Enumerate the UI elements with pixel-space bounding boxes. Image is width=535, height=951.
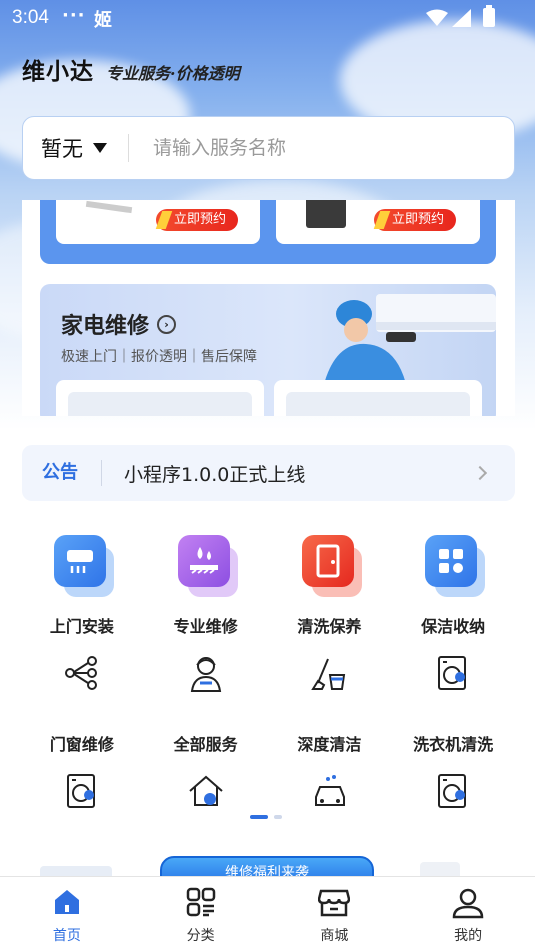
search-input[interactable]: [153, 137, 483, 159]
service-panel: 立即预约 立即预约 家电维修 › 极速上门｜报价透明｜售后保障: [22, 200, 515, 416]
worker-illustration: [324, 294, 496, 384]
house-repair-icon: [189, 775, 223, 806]
air-conditioner-icon: [54, 535, 106, 587]
page-indicator: [250, 815, 282, 819]
book-now-button[interactable]: 立即预约: [374, 209, 457, 231]
tab-category[interactable]: 分类: [134, 877, 268, 951]
washing-machine-icon: [438, 656, 467, 690]
signal-icon: [452, 9, 471, 27]
worker-icon: [190, 657, 221, 692]
brand-name: 维小达: [22, 59, 94, 85]
washing-machine-icon: [438, 774, 467, 808]
car-wash-icon: [314, 775, 345, 806]
service-window-repair[interactable]: 门窗维修: [20, 643, 144, 761]
chevron-circle-icon: ›: [157, 314, 177, 334]
service-item[interactable]: [268, 761, 392, 851]
repair-title-text: 家电维修: [61, 314, 150, 339]
service-deep-clean[interactable]: 深度清洁: [268, 643, 392, 761]
city-selector[interactable]: 暂无: [23, 134, 129, 162]
service-label: 深度清洁: [297, 735, 362, 754]
tab-label: 商城: [320, 928, 349, 944]
repair-section[interactable]: 家电维修 › 极速上门｜报价透明｜售后保障: [40, 284, 496, 416]
search-bar: 暂无: [22, 116, 515, 180]
service-label: 专业维修: [173, 617, 238, 636]
chevron-right-icon: [472, 465, 488, 481]
repair-subtitle: 极速上门｜报价透明｜售后保障: [61, 349, 257, 365]
share-nodes-icon: [65, 656, 97, 690]
caret-down-icon: [93, 143, 107, 153]
tab-home[interactable]: 首页: [0, 877, 134, 951]
washing-machine-icon: [67, 774, 95, 808]
repair-card[interactable]: [274, 380, 482, 416]
service-cleaning[interactable]: 清洗保养: [268, 525, 392, 643]
status-app-glyph: 姬: [94, 10, 112, 31]
broom-bucket-icon: [310, 658, 345, 690]
service-item[interactable]: [20, 761, 144, 851]
install-section: 立即预约 立即预约: [40, 200, 496, 264]
air-conditioner-image: [85, 200, 133, 214]
home-icon: [54, 890, 79, 914]
service-item[interactable]: [144, 761, 268, 851]
tab-label: 分类: [186, 928, 215, 944]
repair-title: 家电维修 ›: [61, 308, 177, 340]
grid-apps-icon: [425, 535, 478, 587]
service-housekeeping[interactable]: 保洁收纳: [391, 525, 515, 643]
shop-icon: [318, 889, 351, 917]
status-time: 3:04: [12, 7, 49, 28]
tab-shop[interactable]: 商城: [268, 877, 402, 951]
door-icon: [301, 535, 354, 587]
service-all[interactable]: 全部服务: [144, 643, 268, 761]
status-bar: 3:04 ··· 姬: [0, 0, 535, 36]
notice-bar[interactable]: 公告 小程序1.0.0正式上线: [22, 445, 515, 501]
banner-peek: [40, 866, 112, 876]
tab-label: 我的: [454, 928, 483, 944]
battery-icon: [483, 5, 495, 27]
service-washer-clean[interactable]: 洗衣机清洗: [391, 643, 515, 761]
tab-profile[interactable]: 我的: [401, 877, 535, 951]
service-repair[interactable]: 专业维修: [144, 525, 268, 643]
banner-peek: [420, 862, 460, 876]
tab-bar: 首页 分类 商城 我的: [0, 876, 535, 951]
category-icon: [186, 887, 215, 917]
product-card[interactable]: 立即预约: [56, 200, 260, 244]
book-now-button[interactable]: 立即预约: [156, 209, 239, 231]
city-label: 暂无: [41, 137, 83, 161]
appliance-image: [306, 200, 346, 228]
notice-text: 小程序1.0.0正式上线: [124, 463, 306, 486]
user-icon: [452, 888, 484, 919]
service-label: 保洁收纳: [421, 617, 486, 636]
status-dots: ···: [62, 5, 86, 26]
water-drop-icon: [177, 535, 230, 587]
service-label: 清洗保养: [297, 617, 362, 636]
brand-slogan: 专业服务·价格透明: [106, 64, 240, 83]
repair-card[interactable]: [56, 380, 264, 416]
service-label: 洗衣机清洗: [413, 735, 494, 754]
service-install[interactable]: 上门安装: [20, 525, 144, 643]
service-label: 上门安装: [49, 617, 114, 636]
service-grid: 上门安装 专业维修 清洗保养 保洁收纳 门窗维修 全部服务 深度清洁 洗衣机清洗: [20, 525, 515, 851]
notice-tag: 公告: [22, 460, 102, 486]
brand-header: 维小达 专业服务·价格透明: [22, 52, 240, 86]
tab-label: 首页: [52, 928, 81, 944]
service-label: 门窗维修: [49, 735, 114, 754]
service-label: 全部服务: [173, 735, 238, 754]
wifi-icon: [426, 9, 448, 26]
service-item[interactable]: [391, 761, 515, 851]
product-card[interactable]: 立即预约: [276, 200, 480, 244]
